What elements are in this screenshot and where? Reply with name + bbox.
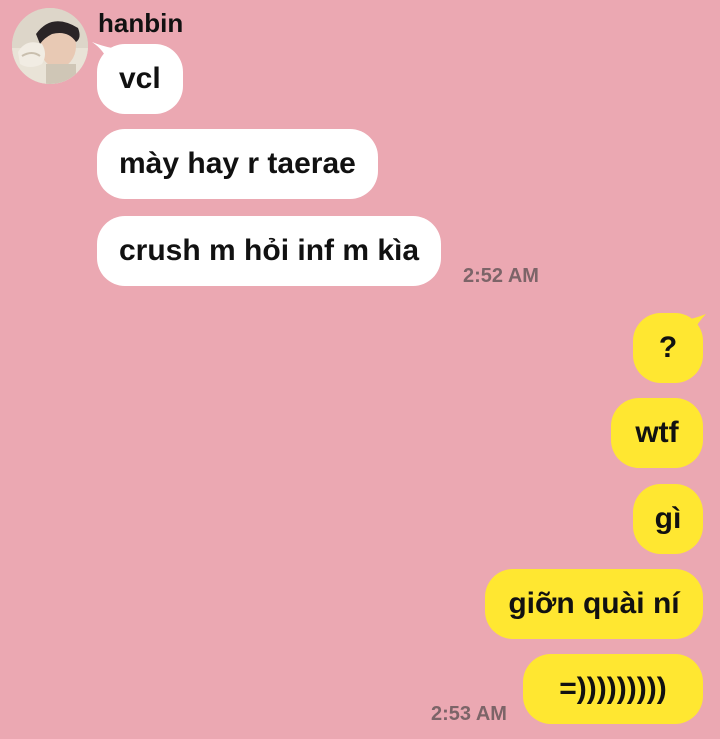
avatar-photo [12,8,88,84]
avatar[interactable] [12,8,88,84]
message-text: ? [658,331,678,364]
message-text: crush m hỏi inf m kìa [119,234,420,267]
message-text: mày hay r taerae [119,147,356,180]
bubble-tail-icon [686,314,706,334]
outgoing-message[interactable]: giỡn quài ní [485,569,703,639]
message-text: =))))))))) [559,672,667,705]
message-text: giỡn quài ní [508,587,680,620]
message-text: wtf [635,416,679,449]
message-text: vcl [119,62,161,95]
incoming-message[interactable]: crush m hỏi inf m kìa [97,216,442,286]
outgoing-message[interactable]: =))))))))) [523,654,703,724]
bubble-tail-icon [92,42,112,62]
incoming-message[interactable]: mày hay r taerae [97,129,378,199]
outgoing-timestamp: 2:53 AM [431,703,507,725]
outgoing-message[interactable]: gì [633,484,703,554]
message-text: gì [654,502,682,535]
outgoing-message[interactable]: wtf [611,398,703,468]
incoming-timestamp: 2:52 AM [463,265,539,287]
sender-name: hanbin [98,8,184,38]
